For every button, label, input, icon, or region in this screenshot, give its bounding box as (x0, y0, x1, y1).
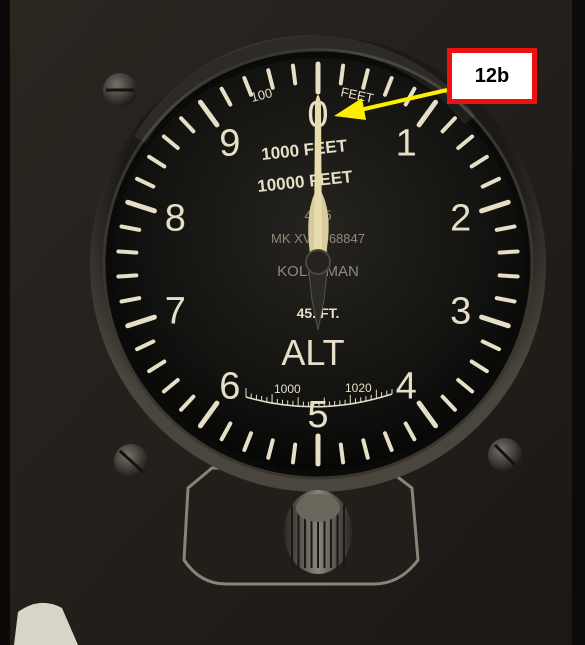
numeral-4: 4 (396, 365, 417, 407)
minor-tick (290, 63, 298, 86)
callout-label-12b: 12b (447, 48, 537, 104)
numeral-7: 7 (165, 290, 186, 332)
minor-tick (338, 63, 346, 86)
numeral-8: 8 (165, 198, 186, 240)
minor-tick (116, 249, 139, 255)
numeral-5: 5 (307, 394, 328, 436)
minor-tick (290, 442, 298, 465)
mounting-screw-top-left (103, 73, 137, 107)
callout-text: 12b (474, 64, 510, 87)
left-edge-strip (0, 0, 10, 645)
alt-label: ALT (281, 332, 344, 373)
altimeter-setting-knob[interactable] (284, 490, 352, 574)
numeral-1: 1 (396, 123, 417, 165)
numeral-3: 3 (450, 290, 471, 332)
minor-tick (497, 273, 520, 279)
baro-label-right: 1020 (345, 381, 372, 395)
numeral-9: 9 (219, 123, 240, 165)
cockpit-panel-view: 0123456789 100 FEET 1000 FEET 10000 FEET… (0, 0, 585, 645)
right-edge-strip (572, 0, 585, 645)
hundred-foot-pointer (314, 95, 322, 250)
mounting-screw-bottom-right (488, 438, 522, 472)
numeral-2: 2 (450, 198, 471, 240)
minor-tick (497, 249, 520, 255)
numeral-6: 6 (219, 365, 240, 407)
minor-tick (338, 442, 346, 465)
baro-label-left: 1000 (274, 382, 301, 396)
minor-tick (116, 273, 139, 279)
needle-hub (305, 249, 331, 275)
mounting-screw-bottom-left (114, 444, 148, 478)
